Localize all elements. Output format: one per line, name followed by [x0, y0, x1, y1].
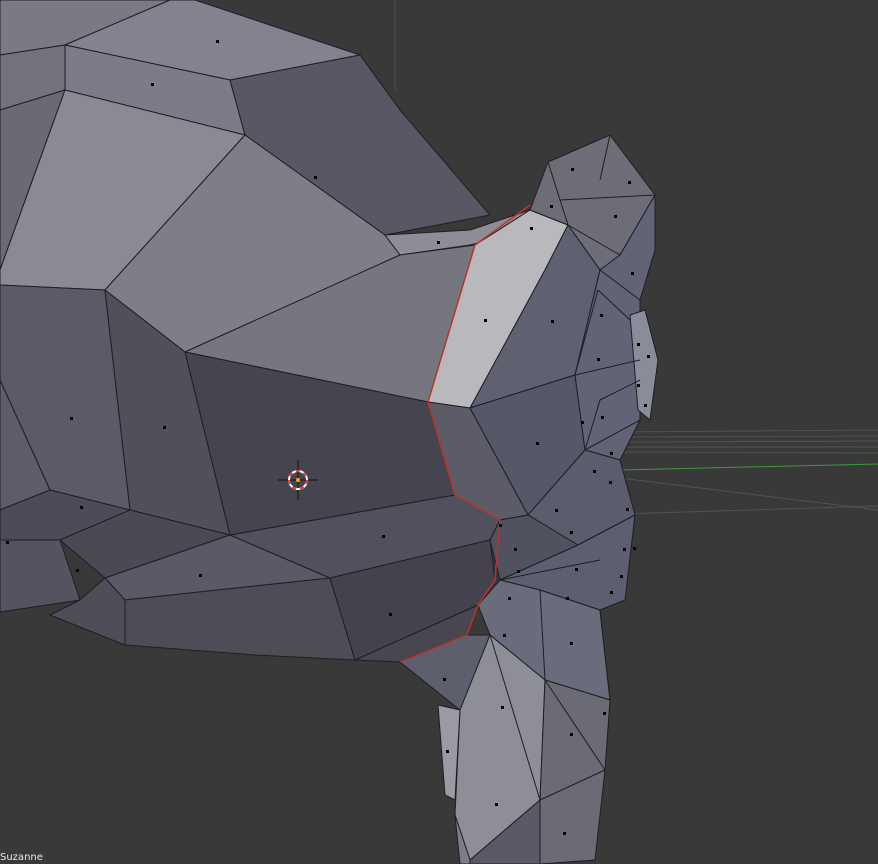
3d-viewport[interactable]: Suzanne	[0, 0, 878, 864]
mesh-faces[interactable]	[0, 0, 659, 864]
mesh-face[interactable]	[0, 539, 81, 613]
active-object-label: Suzanne	[0, 852, 43, 863]
mesh-canvas[interactable]	[0, 0, 878, 864]
y-axis-line	[619, 463, 878, 471]
